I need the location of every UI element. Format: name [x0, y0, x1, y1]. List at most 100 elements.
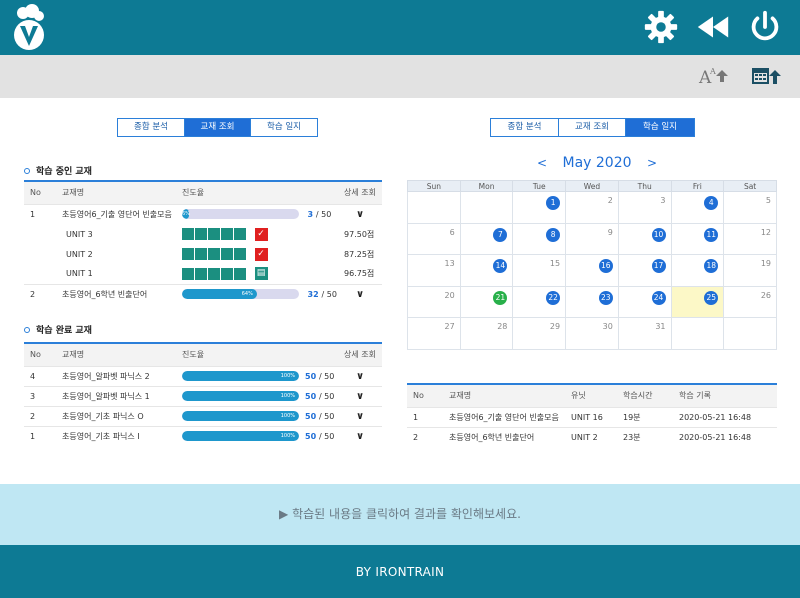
study-day-badge[interactable]: 18 — [704, 259, 719, 273]
tab-study-log[interactable]: 학습 일지 — [251, 119, 317, 136]
chevron-down-icon[interactable]: ∨ — [353, 289, 367, 300]
study-day-badge[interactable]: 10 — [651, 227, 666, 242]
tab-study-log[interactable]: 학습 일지 — [626, 119, 694, 136]
book-icon — [195, 248, 207, 260]
study-day-badge[interactable]: 14 — [493, 259, 508, 273]
tab-book-lookup[interactable]: 교재 조회 — [559, 119, 626, 136]
tab-book-lookup[interactable]: 교재 조회 — [185, 119, 251, 136]
calendar-upload-icon[interactable] — [750, 64, 782, 88]
calendar-day[interactable]: 27 — [407, 317, 461, 350]
table-row[interactable]: 2 초등영어_기초 파닉스 O 100% 50 / 50 ∨ — [24, 405, 382, 426]
calendar-day[interactable]: 7 — [459, 222, 514, 255]
unit-row[interactable]: UNIT 1 ▤ 96.75점 — [24, 264, 382, 284]
calendar-day[interactable]: 19 — [723, 254, 777, 287]
study-day-badge[interactable]: 4 — [704, 196, 719, 210]
unit-row[interactable]: UNIT 3 ✓ 97.50점 — [24, 224, 382, 244]
calendar-day[interactable]: 2 — [565, 191, 619, 224]
prev-month-button[interactable]: < — [537, 156, 547, 170]
chevron-down-icon[interactable]: ∨ — [353, 371, 367, 382]
book-name: 초등영어_기초 파닉스 O — [56, 405, 176, 426]
calendar-day[interactable]: 15 — [512, 254, 567, 287]
col-no: No — [24, 180, 56, 204]
headphones-icon — [208, 267, 220, 280]
calendar-day[interactable]: 26 — [723, 285, 777, 318]
calendar-day[interactable]: 5 — [723, 191, 777, 224]
table-row[interactable]: 1 초등영어_기초 파닉스 I 100% 50 / 50 ∨ — [24, 425, 382, 446]
settings-gear-icon[interactable] — [642, 8, 680, 46]
chevron-down-icon[interactable]: ∨ — [353, 391, 367, 402]
calendar-week: 13 14 15 16 17 18 19 — [407, 254, 777, 287]
calendar-day[interactable]: 30 — [565, 317, 619, 350]
calendar-day[interactable]: 25 — [670, 285, 725, 318]
unit-activity-icons[interactable] — [182, 267, 246, 280]
footer: BY IRONTRAIN — [0, 545, 800, 598]
study-day-badge[interactable]: 21 — [493, 290, 508, 305]
calendar-day[interactable]: 10 — [617, 222, 672, 255]
next-month-button[interactable]: > — [647, 156, 657, 170]
calendar-day[interactable]: 3 — [617, 191, 672, 224]
study-day-badge[interactable]: 8 — [546, 227, 561, 242]
calendar-day[interactable]: 20 — [407, 285, 461, 318]
study-day-badge[interactable]: 16 — [598, 259, 613, 273]
calendar-day[interactable]: 6 — [407, 222, 461, 255]
table-row[interactable]: 2 초등영어_6학년 빈출단어 64% 32 / 50 ∨ — [24, 283, 382, 304]
calendar-day[interactable]: 18 — [670, 254, 725, 287]
table-row[interactable]: 2 초등영어_6학년 빈출단어 UNIT 2 23분 2020-05-21 16… — [407, 426, 777, 447]
calendar-day[interactable]: 1 — [512, 191, 567, 224]
table-row[interactable]: 1 초등영어6_기출 영단어 빈출모음 UNIT 16 19분 2020-05-… — [407, 406, 777, 427]
calendar-grid: Sun Mon Tue Wed Thu Fri Sat 1 2 3 4 5 6 7 8 9 10 11 12 13 1… — [407, 180, 777, 350]
headphones-icon — [208, 248, 220, 260]
progress-bar: 64% — [182, 289, 299, 300]
calendar-day[interactable]: 4 — [670, 191, 725, 224]
study-day-badge[interactable]: 1 — [546, 196, 561, 210]
tab-overall-analysis[interactable]: 종합 분석 — [491, 119, 559, 136]
calendar-day[interactable]: 22 — [512, 285, 567, 318]
table-row[interactable]: 1 초등영어6_기출 영단어 빈출모음 6% 3 / 50 ∨ — [24, 203, 382, 224]
table-row[interactable]: 3 초등영어_알파벳 파닉스 1 100% 50 / 50 ∨ — [24, 385, 382, 406]
calendar-day[interactable]: 29 — [512, 317, 567, 350]
calendar-day[interactable]: 23 — [565, 285, 619, 318]
calendar-day[interactable]: 21 — [459, 285, 514, 318]
bullet-icon — [24, 168, 30, 174]
calendar-day[interactable]: 16 — [565, 254, 619, 287]
unit-activity-icons[interactable] — [182, 248, 246, 260]
book-icon — [195, 267, 207, 280]
tab-overall-analysis[interactable]: 종합 분석 — [118, 119, 185, 136]
calendar-day[interactable]: 9 — [565, 222, 619, 255]
font-size-up-icon[interactable]: A A — [698, 64, 730, 88]
calendar-day[interactable]: 31 — [617, 317, 672, 350]
pencil-icon — [234, 248, 246, 260]
hint-message: ▶ 학습된 내용을 클릭하여 결과를 확인해보세요. — [279, 507, 521, 521]
chevron-down-icon[interactable]: ∨ — [353, 411, 367, 422]
calendar-day[interactable]: 17 — [617, 254, 672, 287]
footer-text: BY IRONTRAIN — [355, 565, 445, 579]
study-day-badge[interactable]: 24 — [651, 290, 666, 305]
calendar-day[interactable]: 24 — [617, 285, 672, 318]
book-name: 초등영어6_기출 영단어 빈출모음 — [56, 203, 176, 224]
svg-text:A: A — [709, 67, 716, 76]
unit-activity-icons[interactable] — [182, 228, 246, 240]
power-icon[interactable] — [746, 8, 784, 46]
calendar-day[interactable]: 11 — [670, 222, 725, 255]
calendar-day[interactable]: 28 — [459, 317, 514, 350]
study-day-badge[interactable]: 22 — [546, 290, 561, 305]
progress-cell: 64% 32 / 50 — [176, 283, 338, 304]
calendar-day[interactable]: 12 — [723, 222, 777, 255]
calendar-day[interactable]: 8 — [512, 222, 567, 255]
chevron-down-icon[interactable]: ∨ — [353, 431, 367, 442]
chevron-down-icon[interactable]: ∨ — [353, 209, 367, 220]
unit-row[interactable]: UNIT 2 ✓ 87.25점 — [24, 244, 382, 264]
study-day-badge[interactable]: 23 — [598, 290, 613, 305]
book-name: 초등영어_알파벳 파닉스 1 — [56, 385, 176, 406]
study-day-badge[interactable]: 25 — [704, 290, 719, 305]
calendar-day[interactable]: 13 — [407, 254, 461, 287]
study-day-badge[interactable]: 17 — [651, 259, 666, 273]
progress-bar: 100% — [182, 371, 299, 381]
table-row[interactable]: 4 초등영어_알파벳 파닉스 2 100% 50 / 50 ∨ — [24, 365, 382, 386]
lightning-icon — [182, 228, 194, 240]
study-day-badge[interactable]: 7 — [493, 227, 508, 242]
rewind-back-icon[interactable] — [694, 8, 732, 46]
study-day-badge[interactable]: 11 — [704, 227, 719, 242]
calendar-day[interactable]: 14 — [459, 254, 514, 287]
clipboard-icon: ▤ — [254, 267, 268, 281]
